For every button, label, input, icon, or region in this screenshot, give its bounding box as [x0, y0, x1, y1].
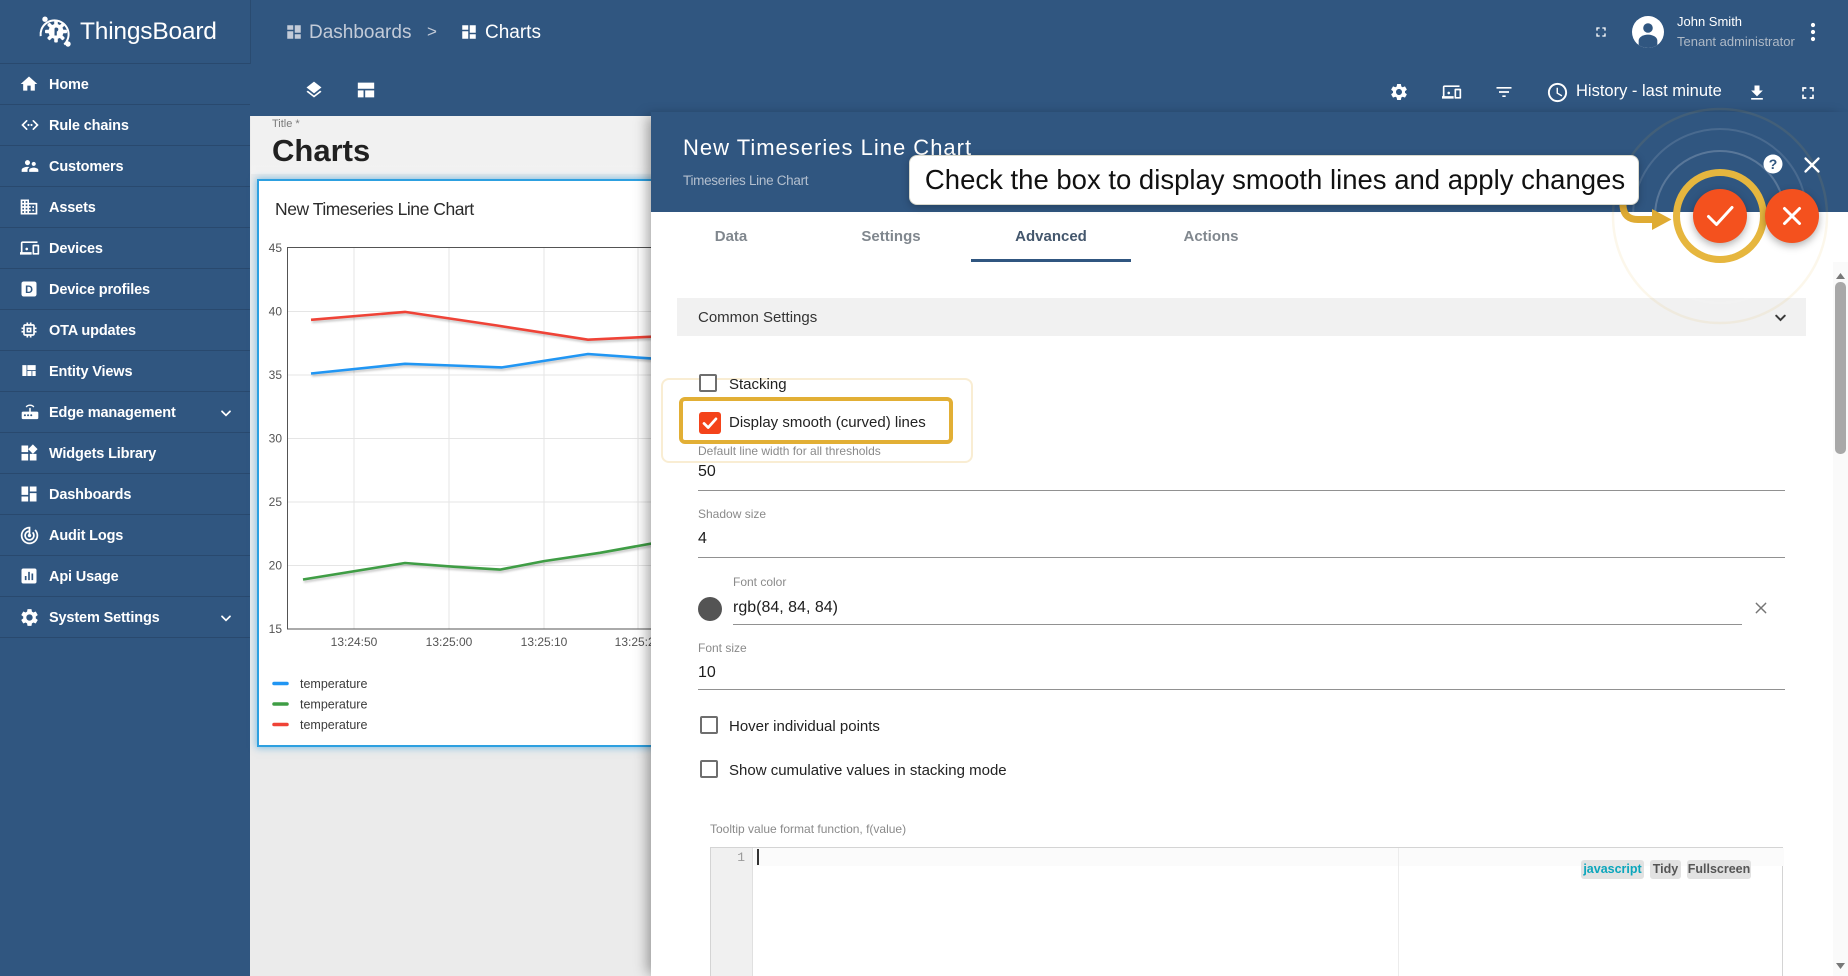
svg-text:35: 35: [269, 368, 283, 382]
svg-text:25: 25: [269, 495, 283, 509]
svg-text:15: 15: [269, 622, 283, 636]
svg-text:New Timeseries Line Chart: New Timeseries Line Chart: [275, 199, 474, 219]
svg-text:30: 30: [269, 432, 283, 446]
svg-text:temperature: temperature: [300, 677, 367, 691]
svg-text:D: D: [25, 284, 33, 296]
svg-text:13:24:50: 13:24:50: [331, 635, 378, 649]
svg-text:13:25:00: 13:25:00: [426, 635, 473, 649]
svg-text:45: 45: [269, 241, 283, 255]
svg-text:temperature: temperature: [300, 718, 367, 732]
svg-text:temperature: temperature: [300, 698, 367, 712]
svg-text:20: 20: [269, 559, 283, 573]
svg-text:13:25:10: 13:25:10: [521, 635, 568, 649]
svg-text:40: 40: [269, 305, 283, 319]
